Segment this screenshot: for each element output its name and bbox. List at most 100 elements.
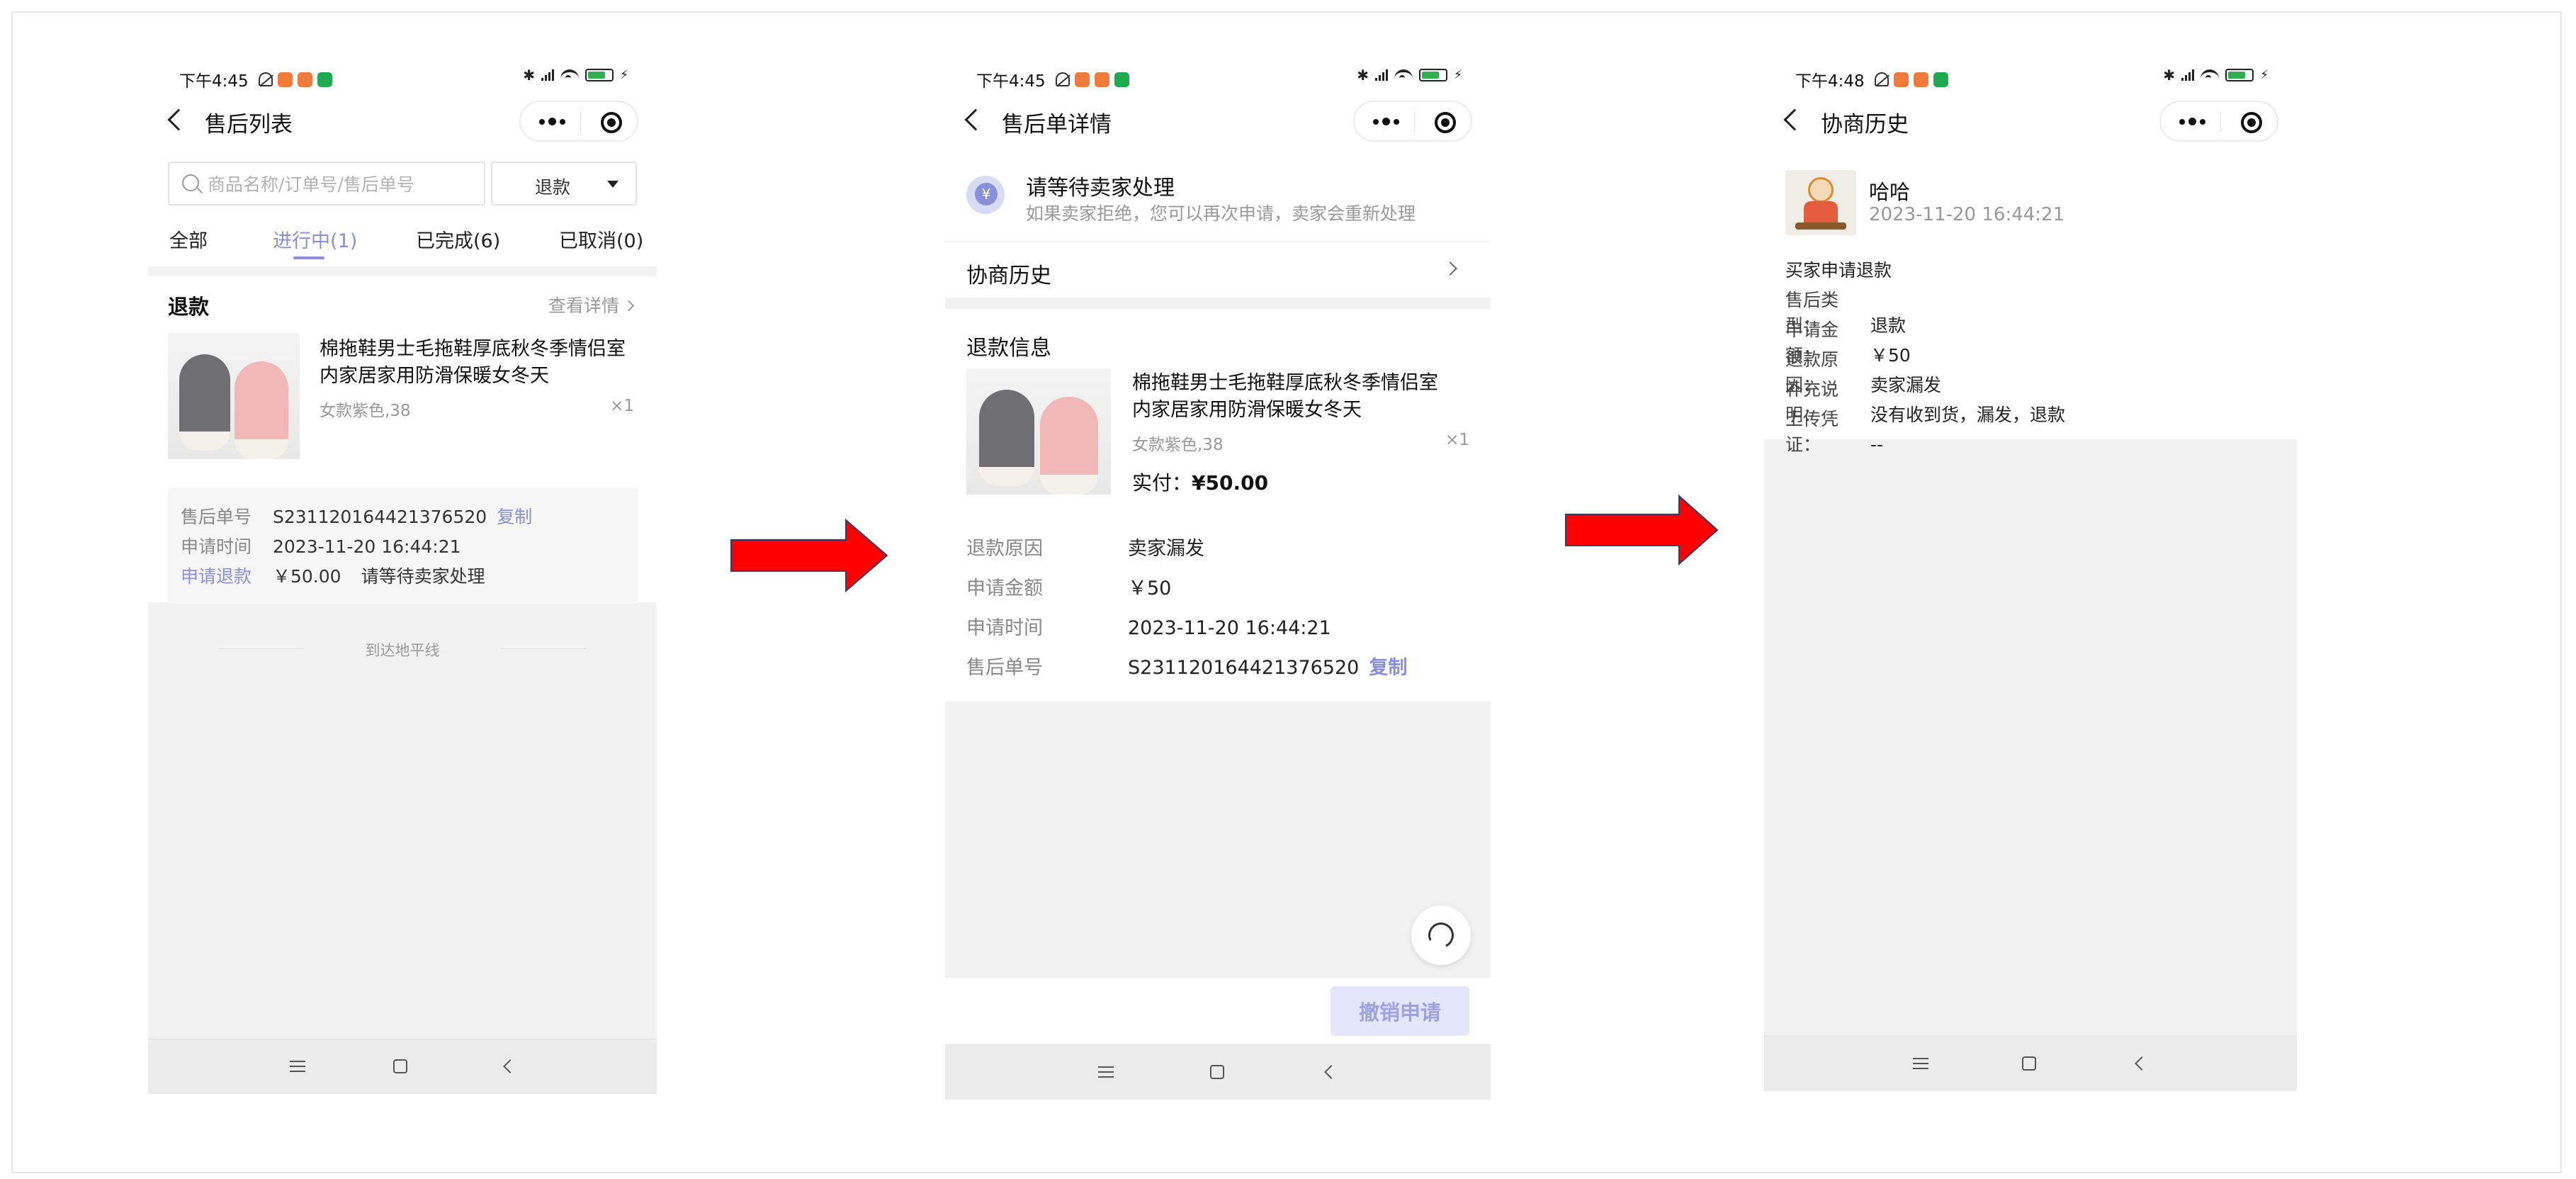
home-icon[interactable] <box>2022 1056 2036 1071</box>
close-miniprogram-icon[interactable] <box>2241 112 2262 133</box>
recent-apps-icon[interactable] <box>290 1061 305 1072</box>
status-bar: 下午4:45 <box>976 65 1129 94</box>
close-miniprogram-icon[interactable] <box>1435 112 1456 133</box>
app-notification-icon <box>1893 72 1909 87</box>
more-icon[interactable] <box>1373 118 1399 125</box>
after-sales-card[interactable]: 退款 查看详情 棉拖鞋男士毛拖鞋厚底秋冬季情侣室 内家居家用防滑保暖女冬天 女款… <box>148 276 657 604</box>
bottom-action-bar: 撤销申请 <box>945 978 1491 1044</box>
paid-label: 实付： <box>1132 471 1192 495</box>
wifi-icon <box>2201 69 2220 81</box>
page-title: 售后单详情 <box>1002 112 1112 137</box>
more-icon[interactable] <box>2179 118 2205 125</box>
miniprogram-capsule <box>1353 101 1472 142</box>
apply-amount-label: 申请金额 <box>966 577 1043 599</box>
app-notification-icon <box>1913 72 1928 87</box>
apply-time-row: 申请时间 2023-11-20 16:44:21 <box>181 533 461 558</box>
app-notification-icon <box>277 72 293 87</box>
order-no-value: S231120164421376520 <box>273 507 487 527</box>
recent-apps-icon[interactable] <box>1913 1058 1928 1069</box>
wifi-icon <box>560 69 580 81</box>
copy-button[interactable]: 复制 <box>497 507 532 527</box>
top-bar: 下午4:45 ✱ ⚡ 售后列表 <box>148 51 657 156</box>
order-no-row: 售后单号 S231120164421376520 复制 <box>181 503 532 529</box>
home-icon[interactable] <box>1210 1065 1224 1079</box>
view-detail-link[interactable]: 查看详情 <box>548 292 635 317</box>
status-title: 请等待卖家处理 <box>1026 176 1175 201</box>
status-bar: 下午4:45 <box>179 65 332 94</box>
status-bar: 下午4:48 <box>1795 65 1948 94</box>
apply-time-label: 申请时间 <box>181 536 252 557</box>
refund-amount: ￥50.00 <box>273 566 341 587</box>
negotiation-history-row[interactable]: 协商历史 <box>945 241 1491 298</box>
type-select[interactable]: 退款 <box>491 162 637 205</box>
cancel-request-button[interactable]: 撤销申请 <box>1331 986 1469 1036</box>
proof-value: -- <box>1870 434 1884 455</box>
top-bar: 下午4:48 ✱ ⚡ 协商历史 <box>1764 51 2297 156</box>
product-name-line2: 内家居家用防滑保暖女冬天 <box>320 365 549 387</box>
home-icon[interactable] <box>393 1059 407 1073</box>
product-qty: ×1 <box>610 397 634 415</box>
refund-label: 申请退款 <box>181 566 252 587</box>
status-time: 下午4:48 <box>1795 72 1865 91</box>
charging-icon: ⚡ <box>1454 68 1462 82</box>
negotiation-history-label: 协商历史 <box>966 264 1051 288</box>
product-name-line1: 棉拖鞋男士毛拖鞋厚底秋冬季情侣室 <box>1132 372 1438 394</box>
back-icon[interactable] <box>964 108 987 131</box>
order-no-value: S231120164421376520 <box>1128 657 1360 679</box>
mute-bell-icon <box>1874 72 1889 86</box>
apply-time-value: 2023-11-20 16:44:21 <box>273 536 461 557</box>
apply-amount-row: 申请金额 ￥50 <box>966 572 1171 600</box>
back-icon[interactable] <box>167 108 190 131</box>
bluetooth-icon: ✱ <box>2163 67 2176 84</box>
filter-area: 退款 全部 进行中(1) 已完成(6) 已取消(0) <box>148 156 657 266</box>
view-detail-label: 查看详情 <box>548 295 619 316</box>
tab-completed[interactable]: 已完成(6) <box>416 225 500 253</box>
status-icons: ✱ ⚡ <box>523 67 628 84</box>
mute-bell-icon <box>1055 72 1070 86</box>
record-heading: 买家申请退款 <box>1785 260 1892 281</box>
tab-all[interactable]: 全部 <box>169 225 208 253</box>
system-back-icon[interactable] <box>1324 1065 1338 1079</box>
avatar <box>1785 170 1856 235</box>
nav-bar: 售后列表 <box>148 94 657 150</box>
page-title: 协商历史 <box>1821 112 1909 137</box>
charging-icon: ⚡ <box>2260 68 2269 82</box>
signal-icon <box>541 69 555 81</box>
system-back-icon[interactable] <box>2135 1056 2149 1071</box>
customer-service-icon[interactable] <box>1411 906 1471 965</box>
close-miniprogram-icon[interactable] <box>601 112 622 133</box>
note-value: 没有收到货，漏发，退款 <box>1870 405 2066 425</box>
search-box <box>168 162 485 205</box>
search-input[interactable] <box>208 171 477 197</box>
back-icon[interactable] <box>1783 108 1806 131</box>
user-name: 哈哈 <box>1869 180 1911 204</box>
screen-after-sales-detail: 下午4:45 ✱ ⚡ 售后单详情 请等待卖家 <box>945 51 1491 1100</box>
system-back-icon[interactable] <box>503 1059 517 1073</box>
apply-time-label: 申请时间 <box>966 617 1043 639</box>
miniprogram-capsule <box>2159 101 2278 142</box>
phone-notification-icon <box>1114 72 1129 87</box>
tab-cancelled[interactable]: 已取消(0) <box>559 225 643 253</box>
refund-reason-value: 卖家漏发 <box>1128 538 1204 560</box>
wifi-icon <box>1394 69 1413 81</box>
copy-button[interactable]: 复制 <box>1369 657 1407 679</box>
active-tab-indicator <box>293 256 324 259</box>
product-spec: 女款紫色,38 <box>320 402 411 420</box>
screen-after-sales-list: 下午4:45 ✱ ⚡ 售后列表 商品名称/订单号/售后单号 退款 全部 进行中(… <box>148 51 657 1094</box>
caret-down-icon <box>607 181 618 188</box>
capsule-divider <box>580 112 581 132</box>
nav-bar: 协商历史 <box>1764 94 2297 150</box>
end-of-list-text: 到达地平线 <box>148 639 657 660</box>
status-icons: ✱ ⚡ <box>1357 67 1462 84</box>
card-type: 退款 <box>168 295 210 319</box>
signal-icon <box>2181 69 2195 81</box>
screen-negotiation-history: 下午4:48 ✱ ⚡ 协商历史 哈哈 2023-11-20 16:44:21 买… <box>1764 51 2297 1091</box>
battery-icon <box>585 69 614 81</box>
section-title: 退款信息 <box>966 336 1051 361</box>
refund-status-icon <box>966 176 1005 214</box>
battery-icon <box>2225 69 2254 81</box>
more-icon[interactable] <box>539 118 565 125</box>
tab-in-progress[interactable]: 进行中(1) <box>273 225 357 253</box>
recent-apps-icon[interactable] <box>1098 1066 1114 1078</box>
status-subtitle: 如果卖家拒绝，您可以再次申请，卖家会重新处理 <box>1026 203 1416 224</box>
